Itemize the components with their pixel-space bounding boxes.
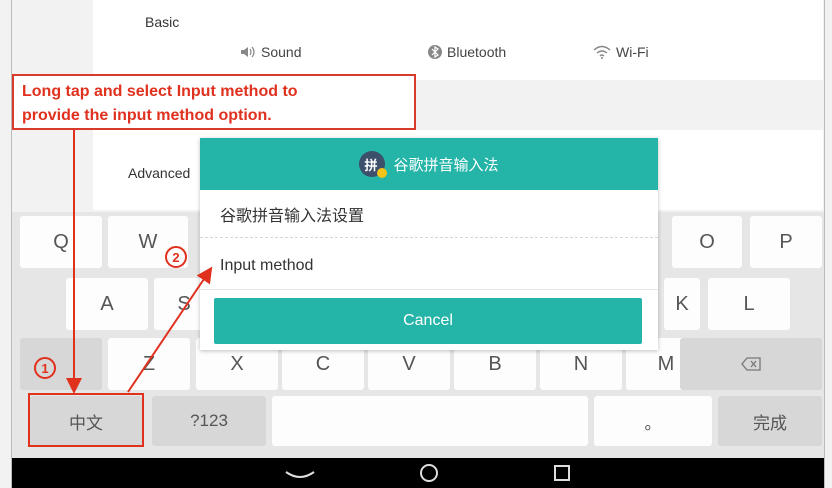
navigation-bar xyxy=(12,458,824,488)
period-key[interactable]: 。 xyxy=(594,396,712,446)
pinyin-settings-option[interactable]: 谷歌拼音输入法设置 xyxy=(200,190,658,238)
instruction-text: Long tap and select Input method to prov… xyxy=(22,83,298,124)
bluetooth-label: Bluetooth xyxy=(447,44,507,60)
wifi-label: Wi-Fi xyxy=(616,44,649,60)
sound-label: Sound xyxy=(261,44,302,60)
key-z[interactable]: Z xyxy=(108,338,190,390)
basic-settings-card xyxy=(93,0,823,80)
recents-square-icon[interactable] xyxy=(553,464,571,482)
space-key[interactable] xyxy=(272,396,588,446)
key-l[interactable]: L xyxy=(708,278,790,330)
key-p[interactable]: P xyxy=(750,216,822,268)
language-key-highlight xyxy=(28,393,144,447)
step-2-marker: 2 xyxy=(165,246,187,268)
bluetooth-icon xyxy=(428,45,442,59)
basic-section-label: Basic xyxy=(145,14,180,30)
wifi-setting[interactable]: Wi-Fi xyxy=(593,44,649,60)
back-chevron-icon[interactable] xyxy=(282,466,318,482)
shift-key[interactable] xyxy=(20,338,102,390)
pinyin-logo-icon: 拼 xyxy=(359,151,388,178)
speaker-icon xyxy=(241,46,255,58)
sound-setting[interactable]: Sound xyxy=(240,44,301,60)
wifi-icon xyxy=(593,45,611,59)
input-method-dialog: 拼 谷歌拼音输入法 谷歌拼音输入法设置 Input method Cancel xyxy=(200,138,658,350)
instruction-callout: Long tap and select Input method to prov… xyxy=(12,74,416,130)
backspace-key[interactable] xyxy=(680,338,822,390)
key-k[interactable]: K xyxy=(664,278,700,330)
dialog-header: 拼 谷歌拼音输入法 xyxy=(200,138,658,190)
key-a[interactable]: A xyxy=(66,278,148,330)
home-circle-icon[interactable] xyxy=(419,463,439,483)
key-o[interactable]: O xyxy=(672,216,742,268)
key-q[interactable]: Q xyxy=(20,216,102,268)
done-key[interactable]: 完成 xyxy=(718,396,822,446)
cancel-button[interactable]: Cancel xyxy=(214,298,642,344)
symbols-key[interactable]: ?123 xyxy=(152,396,266,446)
input-method-option[interactable]: Input method xyxy=(200,242,658,290)
bluetooth-setting[interactable]: Bluetooth xyxy=(428,44,506,60)
step-1-marker: 1 xyxy=(34,357,56,379)
dialog-title: 谷歌拼音输入法 xyxy=(393,156,499,174)
advanced-section-label: Advanced xyxy=(128,165,191,181)
backspace-icon xyxy=(741,357,761,371)
